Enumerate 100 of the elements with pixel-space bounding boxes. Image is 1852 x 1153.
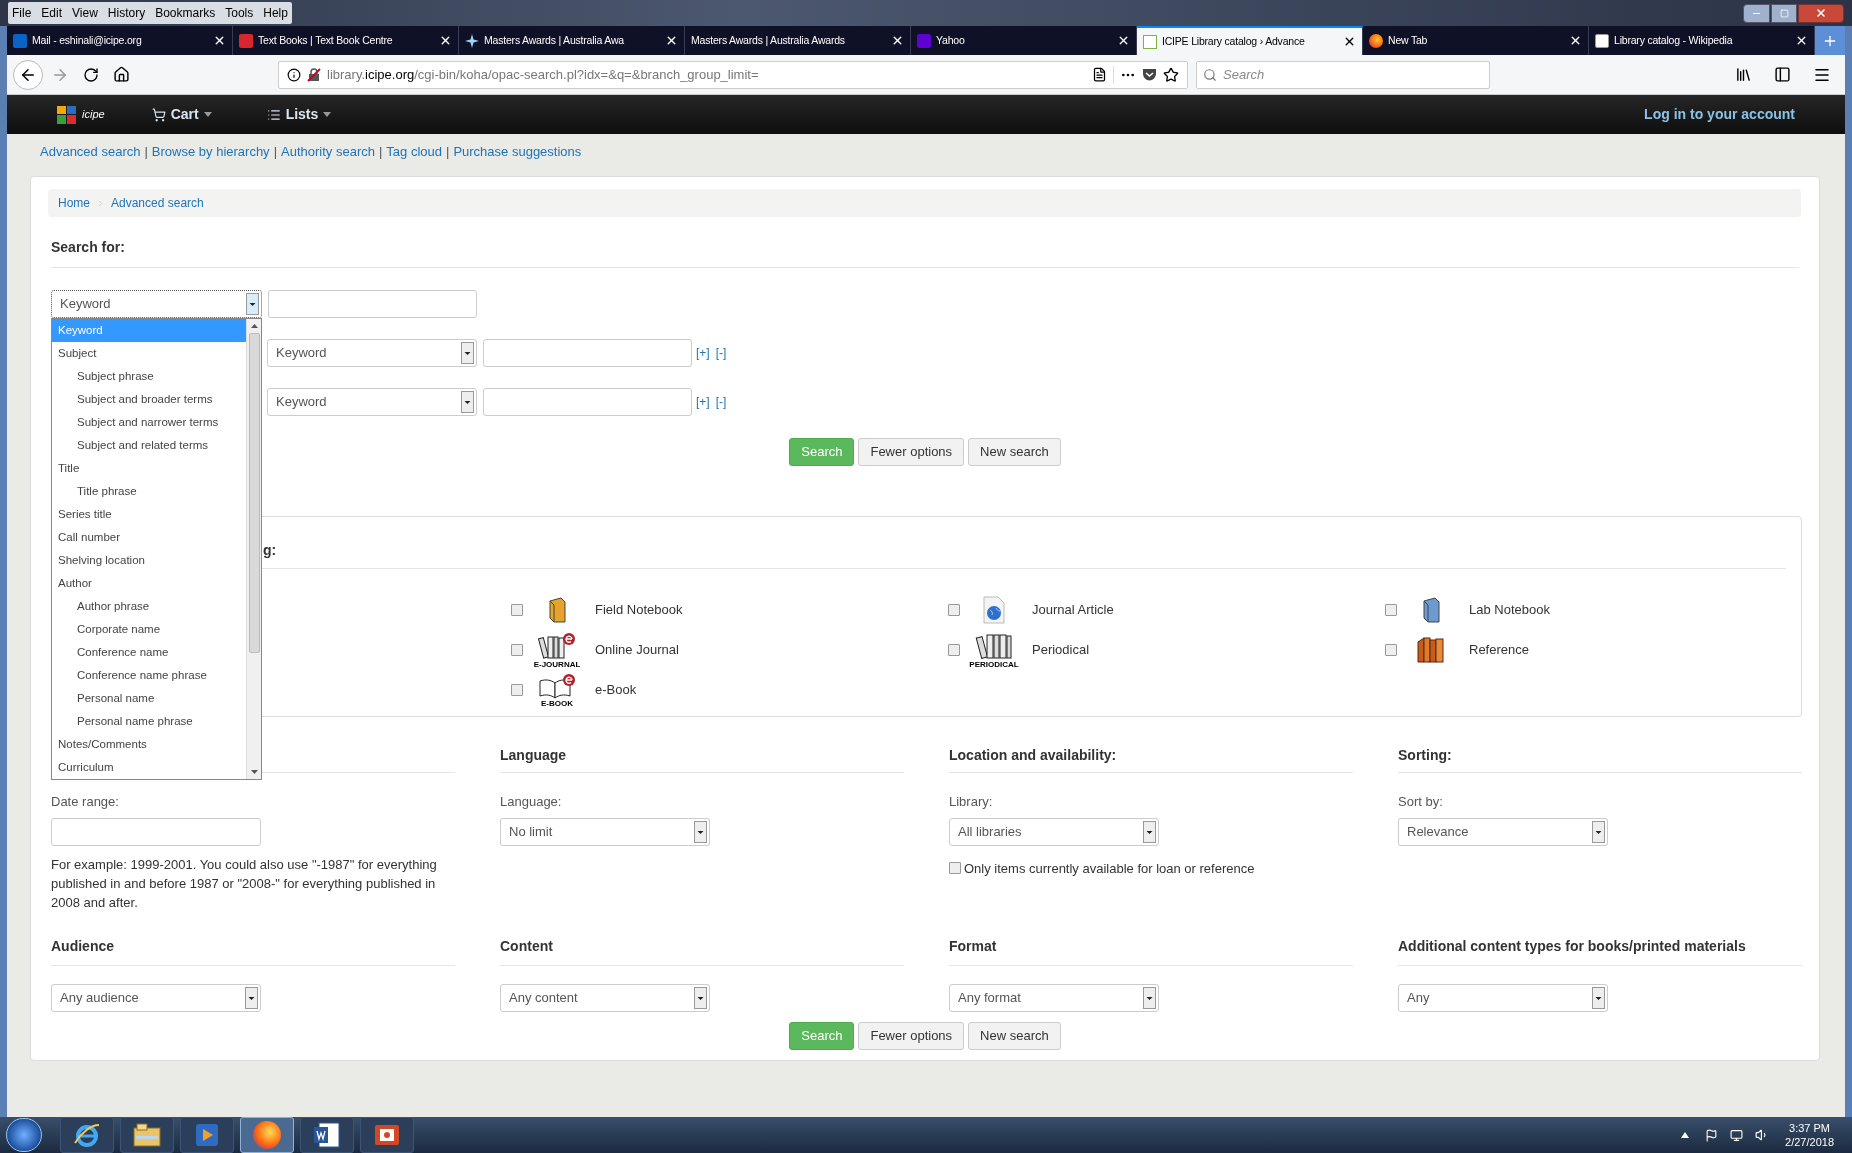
scrollbar[interactable] [246,319,261,779]
select-field[interactable]: Any audience [51,983,261,1012]
scrollbar-thumb[interactable] [248,333,260,653]
maximize-button[interactable] [1771,3,1797,23]
nav-menu[interactable]: Lists [266,104,332,125]
dropdown-option[interactable]: Curriculum [52,756,246,779]
select-field[interactable]: Keyword [51,290,262,318]
dropdown-option[interactable]: Personal name [52,687,246,710]
text-field[interactable] [483,388,692,416]
menu-item[interactable]: View [72,4,98,22]
close-tab-icon[interactable] [1569,34,1582,47]
nav-link[interactable]: Authority search [281,142,375,162]
taskbar-app[interactable] [360,1117,414,1153]
select-field[interactable]: No limit [500,817,710,846]
network-icon[interactable] [1730,1128,1744,1142]
taskbar-app[interactable] [120,1117,174,1153]
remove-row-link[interactable]: [-] [715,393,727,411]
select-field[interactable]: Any content [500,983,710,1012]
option-button[interactable]: Fewer options [858,1021,965,1050]
text-field[interactable] [483,339,692,367]
add-row-link[interactable]: [+] [696,393,710,411]
dropdown-option[interactable]: Subject [52,342,246,365]
select-field[interactable]: All libraries [949,817,1159,846]
checkbox[interactable] [511,644,523,656]
dropdown-option[interactable]: Subject and broader terms [52,388,246,411]
option-button[interactable]: Fewer options [858,438,965,466]
menu-item[interactable]: Edit [41,4,63,22]
option-button[interactable]: New search [968,438,1061,466]
checkbox[interactable] [1385,604,1397,616]
home-button[interactable] [113,66,130,83]
menu-item[interactable]: Help [263,4,288,22]
select-field[interactable]: Any format [949,983,1159,1012]
browser-tab[interactable]: ICIPE Library catalog › Advance [1137,26,1363,55]
close-tab-icon[interactable] [439,34,452,47]
nav-link[interactable]: Tag cloud [386,142,442,162]
menu-item[interactable]: History [107,4,146,22]
library-icon[interactable] [1735,66,1752,83]
login-link[interactable]: Log in to your account [1644,104,1795,125]
checkbox[interactable] [948,644,960,656]
minimize-button[interactable] [1743,3,1770,23]
checkbox[interactable] [948,604,960,616]
close-tab-icon[interactable] [213,34,226,47]
close-button[interactable] [1798,3,1844,23]
start-button[interactable] [6,1118,42,1152]
reader-view-icon[interactable] [1092,67,1107,82]
select-field[interactable]: Keyword [267,339,477,367]
text-field[interactable] [268,290,477,318]
add-row-link[interactable]: [+] [696,344,710,362]
url-bar[interactable]: library.icipe.org/cgi-bin/koha/opac-search.pl?idx=&q=&branch_group_limit= [278,60,1188,89]
clock[interactable]: 3:37 PM 2/27/2018 [1785,1121,1834,1149]
dropdown-option[interactable]: Series title [52,503,246,526]
close-tab-icon[interactable] [1117,34,1130,47]
taskbar-app[interactable] [60,1117,114,1153]
dropdown-option[interactable]: Subject and narrower terms [52,411,246,434]
pocket-icon[interactable] [1142,67,1157,82]
checkbox[interactable] [511,684,523,696]
logo-text[interactable]: icipe [82,106,105,123]
dropdown-option[interactable]: Notes/Comments [52,733,246,756]
dropdown-option[interactable]: Personal name phrase [52,710,246,733]
nav-link[interactable]: Advanced search [40,142,141,162]
dropdown-option[interactable]: Subject phrase [52,365,246,388]
close-tab-icon[interactable] [1795,34,1808,47]
dropdown-option[interactable]: Title phrase [52,480,246,503]
tray-arrow-icon[interactable] [1681,1132,1690,1138]
checkbox[interactable] [949,862,961,875]
select-field[interactable]: Relevance [1398,817,1608,846]
close-tab-icon[interactable] [891,34,904,47]
text-field[interactable] [51,817,261,846]
dropdown-option[interactable]: Corporate name [52,618,246,641]
breadcrumb-link[interactable]: Advanced search [111,194,204,212]
checkbox[interactable] [1385,644,1397,656]
reload-button[interactable] [83,66,99,83]
dropdown-option[interactable]: Author [52,572,246,595]
breadcrumb-link[interactable]: Home [58,194,90,212]
taskbar-app[interactable] [300,1117,354,1153]
menu-item[interactable]: Bookmarks [155,4,216,22]
bookmark-star-icon[interactable] [1163,66,1179,83]
sidebar-icon[interactable] [1774,66,1791,83]
dropdown-option[interactable]: Author phrase [52,595,246,618]
flag-icon[interactable] [1705,1128,1719,1142]
select-field[interactable]: Keyword [267,388,477,416]
dropdown-option[interactable]: Title [52,457,246,480]
select-field[interactable]: Any [1398,983,1608,1012]
dropdown-option[interactable]: Shelving location [52,549,246,572]
taskbar-app[interactable] [180,1117,234,1153]
menu-item[interactable]: Tools [225,4,254,22]
menu-item[interactable]: File [12,4,32,22]
dropdown-option[interactable]: Conference name [52,641,246,664]
dropdown-option[interactable]: Conference name phrase [52,664,246,687]
search-field[interactable]: Search [1196,60,1490,89]
remove-row-link[interactable]: [-] [715,344,727,362]
back-button[interactable] [13,59,43,90]
dropdown-option[interactable]: Call number [52,526,246,549]
nav-link[interactable]: Purchase suggestions [453,142,582,162]
nav-link[interactable]: Browse by hierarchy [151,142,270,162]
dropdown-option[interactable]: Subject and related terms [52,434,246,457]
close-tab-icon[interactable] [665,34,678,47]
option-button[interactable]: New search [968,1021,1061,1050]
nav-menu[interactable]: Cart [151,104,212,125]
close-tab-icon[interactable] [1343,35,1356,48]
